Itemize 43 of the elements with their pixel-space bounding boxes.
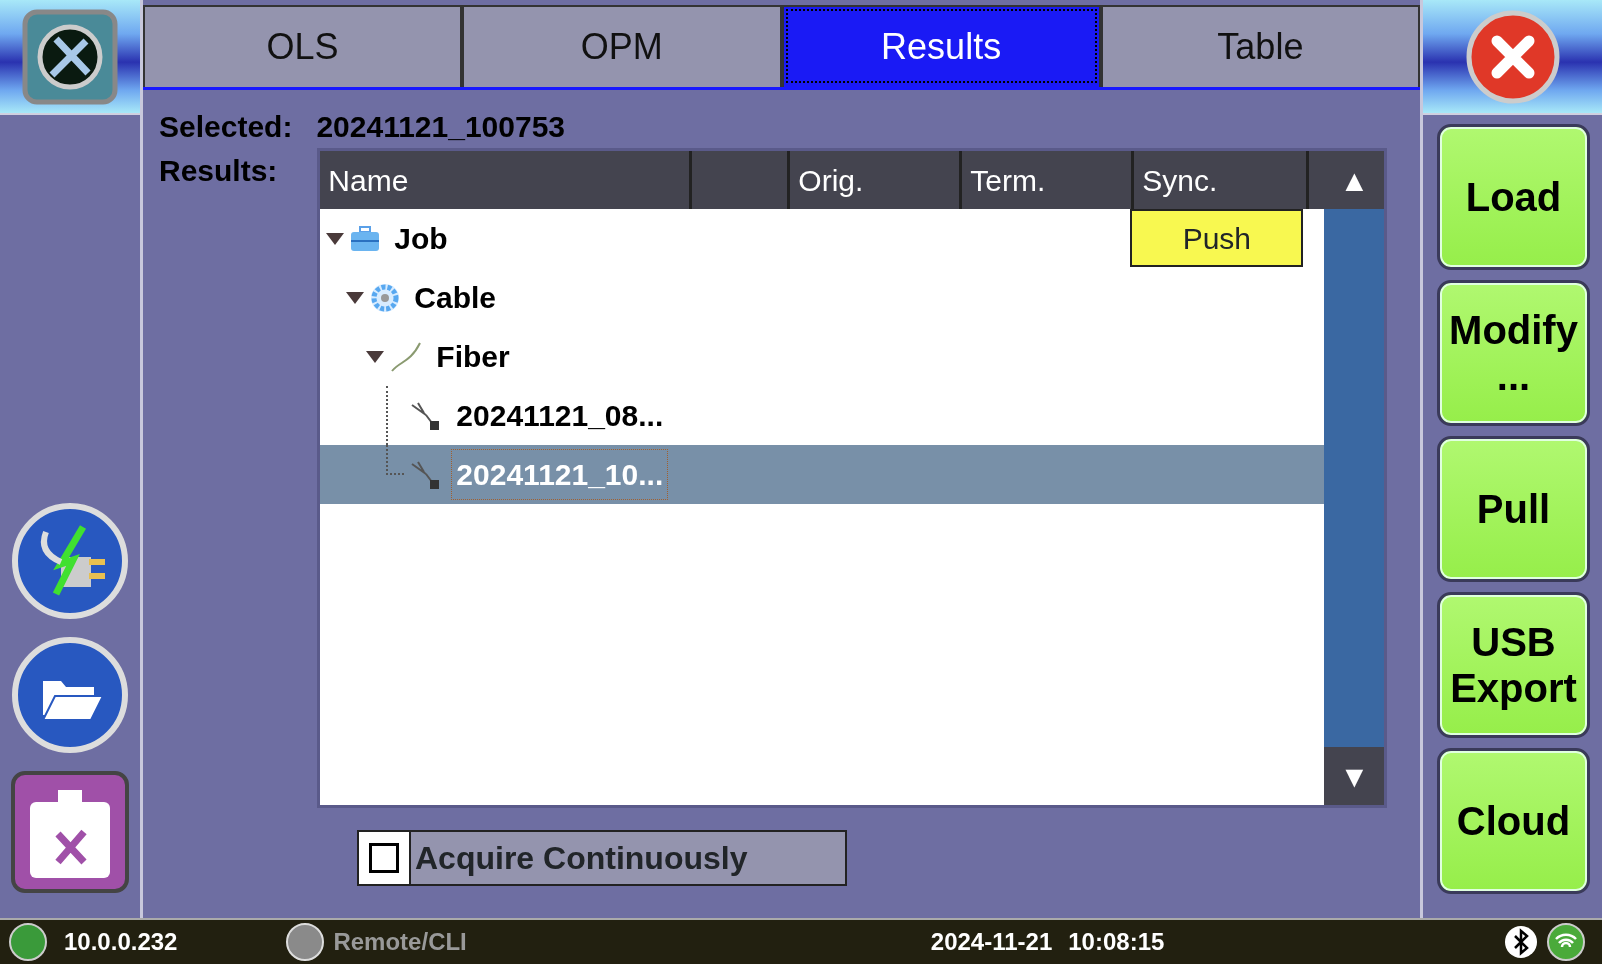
tab[interactable]: Results — [781, 5, 1101, 87]
remote-status: Remote/CLI — [333, 927, 467, 957]
selected-value: 20241121_100753 — [316, 108, 565, 145]
wifi-icon — [1546, 922, 1586, 962]
bluetooth-icon — [1504, 925, 1538, 959]
scroll-up-button[interactable]: ▲ — [1324, 151, 1385, 209]
tree-node-label[interactable]: 20241121_08... — [452, 391, 668, 440]
cable-icon — [370, 282, 401, 313]
ip-icon — [8, 922, 48, 962]
fiber-icon — [390, 340, 423, 373]
tools-button[interactable] — [22, 8, 118, 105]
action-button[interactable]: USB Export — [1437, 592, 1590, 738]
scrollbar[interactable]: ▲ ▼ — [1324, 151, 1385, 805]
results-label: Results: — [159, 153, 278, 189]
briefcase-icon — [350, 225, 381, 252]
status-time: 10:08:15 — [1068, 927, 1165, 957]
checkbox-square[interactable] — [369, 843, 399, 873]
tab[interactable]: Table — [1100, 5, 1420, 87]
column-header: Name — [320, 151, 693, 209]
tab[interactable]: OLS — [143, 5, 463, 87]
tree-node-label[interactable]: Cable — [410, 273, 501, 322]
folder-button[interactable] — [11, 636, 129, 754]
tree-row[interactable]: Job Push — [320, 209, 1325, 268]
tree-node-label[interactable]: Job — [390, 214, 452, 263]
remote-icon — [285, 922, 326, 962]
action-button[interactable]: Modify ... — [1437, 280, 1590, 426]
status-date: 2024-11-21 — [930, 927, 1053, 957]
action-button[interactable]: Pull — [1437, 436, 1590, 582]
selected-label: Selected: — [159, 108, 293, 145]
close-button[interactable] — [1464, 8, 1561, 105]
tree-row[interactable]: Cable — [320, 268, 1325, 327]
toolbox-button[interactable] — [10, 770, 130, 894]
action-button[interactable]: Load — [1437, 124, 1590, 270]
sync-status: Push — [1130, 209, 1304, 267]
column-header: Orig. — [790, 151, 963, 209]
tree-row[interactable]: Fiber — [320, 327, 1325, 386]
plug-button[interactable] — [11, 502, 129, 620]
action-button[interactable]: Cloud — [1437, 748, 1590, 894]
ip-address: 10.0.0.232 — [64, 927, 178, 957]
acquire-checkbox[interactable]: Acquire Continuously — [357, 830, 847, 886]
tree-node-label[interactable]: Fiber — [432, 332, 514, 381]
tab[interactable]: OPM — [462, 5, 782, 87]
scroll-down-button[interactable]: ▼ — [1324, 747, 1385, 805]
